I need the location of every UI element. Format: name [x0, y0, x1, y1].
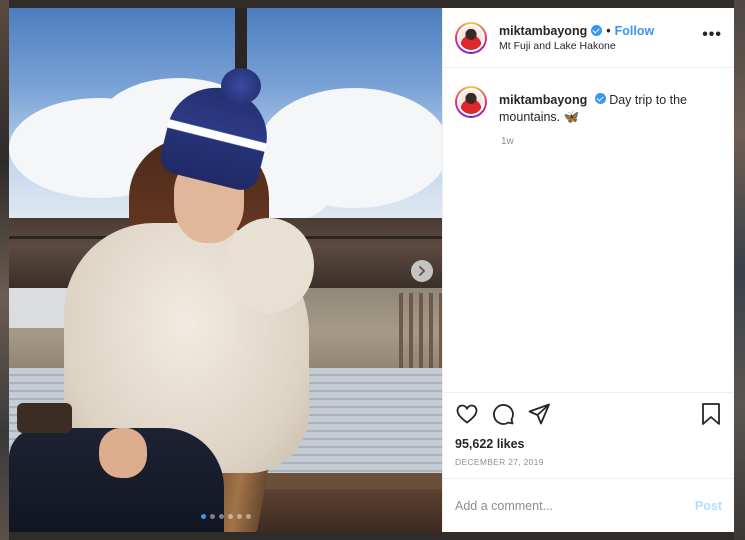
- author-avatar[interactable]: [455, 21, 487, 54]
- butterfly-emoji-icon: 🦋: [563, 110, 580, 124]
- backdrop-right[interactable]: [734, 0, 745, 540]
- verified-badge-icon: [591, 25, 603, 36]
- carousel-dots: [9, 514, 442, 519]
- photo-hand: [99, 428, 147, 478]
- carousel-dot: [236, 514, 242, 519]
- comment-icon[interactable]: [491, 402, 515, 426]
- caption-time-ago[interactable]: 1w: [501, 136, 722, 147]
- bookmark-icon[interactable]: [700, 402, 722, 426]
- post-location[interactable]: Mt Fuji and Lake Hakone: [499, 40, 654, 52]
- caption-body: miktambayong Day trip to the mountains. …: [499, 86, 722, 126]
- header-text: miktambayong • Follow Mt Fuji and Lake H…: [499, 24, 654, 52]
- photo-fence: [399, 293, 442, 373]
- carousel-dot: [209, 514, 215, 519]
- action-bar: [443, 392, 734, 434]
- backdrop-bottom: [0, 532, 745, 540]
- comments-section: miktambayong Day trip to the mountains. …: [443, 68, 734, 392]
- carousel-dot: [200, 514, 206, 519]
- carousel-dot: [218, 514, 224, 519]
- next-slide-button[interactable]: [411, 260, 433, 282]
- photo-hood: [224, 218, 314, 313]
- user-row: miktambayong • Follow: [499, 24, 654, 38]
- carousel-dot: [245, 514, 251, 519]
- photo-pompom: [221, 68, 261, 104]
- share-icon[interactable]: [527, 402, 551, 426]
- comment-box: Post: [443, 478, 734, 532]
- more-options-icon[interactable]: •••: [702, 27, 722, 43]
- caption-avatar[interactable]: [455, 86, 487, 118]
- caption-row: miktambayong Day trip to the mountains. …: [455, 86, 722, 126]
- backdrop-left[interactable]: [0, 0, 9, 540]
- comment-input[interactable]: [455, 498, 695, 513]
- backdrop-top: [0, 0, 745, 8]
- post-modal: miktambayong • Follow Mt Fuji and Lake H…: [9, 8, 734, 532]
- follow-button[interactable]: Follow: [615, 24, 655, 38]
- chevron-right-icon: [419, 266, 425, 276]
- author-username[interactable]: miktambayong: [499, 24, 587, 38]
- post-date[interactable]: DECEMBER 27, 2019: [443, 454, 734, 478]
- heart-icon[interactable]: [455, 402, 479, 426]
- caption-username[interactable]: miktambayong: [499, 93, 587, 107]
- bullet-separator: •: [606, 23, 611, 38]
- post-header: miktambayong • Follow Mt Fuji and Lake H…: [443, 8, 734, 68]
- post-side-panel: miktambayong • Follow Mt Fuji and Lake H…: [442, 8, 734, 532]
- likes-count[interactable]: 95,622 likes: [443, 434, 734, 454]
- carousel-dot: [227, 514, 233, 519]
- verified-badge-icon: [594, 93, 606, 104]
- post-photo[interactable]: [9, 8, 442, 532]
- photo-bag: [17, 403, 72, 433]
- post-comment-button[interactable]: Post: [695, 499, 722, 513]
